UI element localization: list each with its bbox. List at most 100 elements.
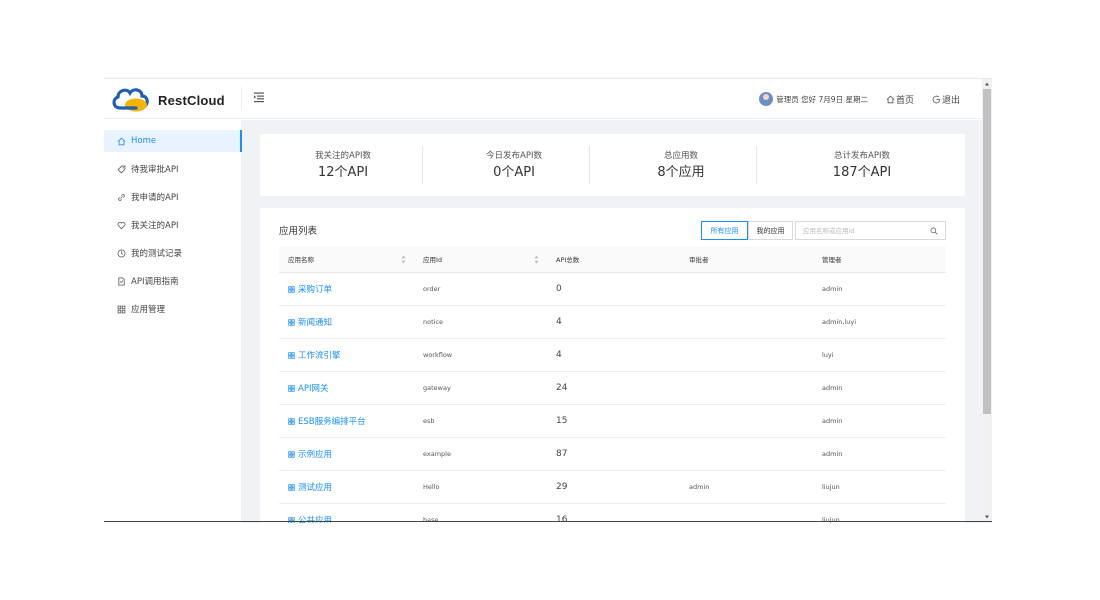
app-id: esb — [414, 404, 547, 438]
sort-icon[interactable] — [401, 255, 406, 264]
sidebar-item-pending-approval[interactable]: 待我审批API — [104, 158, 242, 180]
restcloud-logo[interactable]: RestCloud — [110, 83, 240, 115]
scroll-up-icon[interactable] — [984, 81, 990, 87]
table-row[interactable]: 测试应用 Hello 29 admin liujun — [279, 470, 946, 504]
menu-fold-icon[interactable] — [252, 90, 266, 104]
scroll-down-icon[interactable] — [984, 514, 990, 520]
app-name-link[interactable]: API网关 — [279, 371, 414, 405]
stat-followed-api: 我关注的API数 12个API — [260, 134, 426, 196]
app-name[interactable]: 示例应用 — [298, 450, 332, 460]
logout-link[interactable]: 退出 — [932, 93, 960, 106]
header-divider — [241, 87, 242, 111]
column-header-approver: 审批者 — [680, 246, 813, 273]
sidebar-item-label: 我申请的API — [131, 193, 179, 203]
app-name[interactable]: 工作流引擎 — [298, 351, 341, 361]
app-name[interactable]: API网关 — [298, 384, 328, 394]
app-name[interactable]: 测试应用 — [298, 483, 332, 493]
sidebar-item-my-applications[interactable]: 我申请的API — [104, 186, 242, 208]
home-icon — [117, 137, 126, 145]
sidebar-item-home[interactable]: Home — [104, 130, 242, 152]
manager: admin — [813, 272, 946, 306]
app-name-link[interactable]: 新闻通知 — [279, 305, 414, 339]
stat-divider — [756, 146, 757, 184]
stat-total-published: 总计发布API数 187个API — [779, 134, 945, 196]
app-id: gateway — [414, 371, 547, 405]
app-id: base — [414, 503, 547, 523]
stat-divider — [422, 146, 423, 184]
home-link-label: 首页 — [895, 95, 914, 106]
app-name-link[interactable]: 采购订单 — [279, 272, 414, 306]
table-row[interactable]: 新闻通知 notice 4 admin,luyi — [279, 305, 946, 339]
sidebar-item-app-management[interactable]: 应用管理 — [104, 298, 242, 320]
all-apps-button[interactable]: 所有应用 — [701, 221, 748, 240]
grid-icon — [288, 450, 295, 458]
stat-total-apps: 总应用数 8个应用 — [598, 134, 764, 196]
api-count: 0 — [547, 272, 680, 306]
sidebar-item-label: 待我审批API — [131, 165, 179, 175]
logout-icon — [932, 95, 941, 103]
sidebar-item-label: 我关注的API — [131, 221, 179, 231]
logout-link-label: 退出 — [941, 95, 960, 106]
app-name[interactable]: 采购订单 — [298, 285, 332, 295]
app-name-link[interactable]: ESB服务编排平台 — [279, 404, 414, 438]
app-name-link[interactable]: 公共应用 — [279, 503, 414, 523]
column-header-api-count: API总数 — [547, 246, 680, 273]
sidebar-item-label: API调用指南 — [131, 277, 179, 287]
table-row[interactable]: 工作流引擎 workflow 4 luyi — [279, 338, 946, 372]
scroll-thumb[interactable] — [983, 89, 991, 414]
column-header-id[interactable]: 应用Id — [414, 246, 547, 273]
approver — [680, 503, 813, 523]
tag-icon — [117, 165, 126, 173]
window-bottom-border — [104, 521, 992, 522]
document-icon — [118, 276, 125, 286]
app-window: RestCloud 管理员 您好 7月9日 星期二 首页 退出 Home 待我审… — [104, 78, 992, 523]
sidebar-item-followed-api[interactable]: 我关注的API — [104, 214, 242, 236]
table-row[interactable]: 公共应用 base 16 liujun — [279, 503, 946, 523]
vertical-scrollbar[interactable] — [982, 79, 992, 523]
api-count: 16 — [547, 503, 680, 523]
app-id: Hello — [414, 470, 547, 504]
approver — [680, 371, 813, 405]
table-row[interactable]: API网关 gateway 24 admin — [279, 371, 946, 405]
table-row[interactable]: ESB服务编排平台 esb 15 admin — [279, 404, 946, 438]
approver — [680, 338, 813, 372]
grid-icon — [117, 305, 126, 313]
sidebar-item-api-guide[interactable]: API调用指南 — [104, 270, 242, 292]
search-icon[interactable] — [930, 227, 938, 235]
sidebar-item-label: 我的测试记录 — [131, 249, 183, 259]
column-header-name[interactable]: 应用名称 — [279, 246, 414, 273]
user-area: 管理员 您好 7月9日 星期二 首页 退出 — [759, 79, 978, 119]
search-input[interactable] — [803, 226, 928, 235]
approver — [680, 305, 813, 339]
sidebar-item-label: 应用管理 — [131, 305, 166, 315]
search-box — [795, 221, 946, 240]
app-name-link[interactable]: 示例应用 — [279, 437, 414, 471]
sort-icon[interactable] — [534, 255, 539, 264]
app-id: workflow — [414, 338, 547, 372]
app-name[interactable]: ESB服务编排平台 — [298, 417, 366, 427]
app-name-link[interactable]: 测试应用 — [279, 470, 414, 504]
grid-icon — [288, 516, 295, 523]
app-list-panel: 应用列表 所有应用 我的应用 应用名称 应用Id API总数 审批者 管理者 — [260, 208, 965, 523]
api-count: 24 — [547, 371, 680, 405]
manager: liujun — [813, 503, 946, 523]
avatar[interactable] — [759, 92, 774, 106]
user-greeting: 管理员 您好 7月9日 星期二 — [776, 94, 868, 104]
manager: luyi — [813, 338, 946, 372]
manager: admin,luyi — [813, 305, 946, 339]
my-apps-button[interactable]: 我的应用 — [748, 221, 793, 240]
cloud-logo-icon — [112, 88, 149, 112]
table-body: 采购订单 order 0 admin 新闻通知 notice 4 admin,luyi 工作流引… — [279, 272, 946, 523]
app-name[interactable]: 新闻通知 — [298, 318, 332, 328]
column-header-label: 应用Id — [423, 255, 443, 264]
app-name-link[interactable]: 工作流引擎 — [279, 338, 414, 372]
home-link[interactable]: 首页 — [886, 93, 914, 106]
manager: admin — [813, 437, 946, 471]
sidebar-item-label: Home — [131, 136, 157, 146]
table-row[interactable]: 示例应用 example 87 admin — [279, 437, 946, 471]
table-row[interactable]: 采购订单 order 0 admin — [279, 272, 946, 306]
stat-label: 我关注的API数 — [315, 151, 371, 161]
app-id: notice — [414, 305, 547, 339]
table-header-row: 应用名称 应用Id API总数 审批者 管理者 — [279, 246, 946, 273]
sidebar-item-test-records[interactable]: 我的测试记录 — [104, 242, 242, 264]
